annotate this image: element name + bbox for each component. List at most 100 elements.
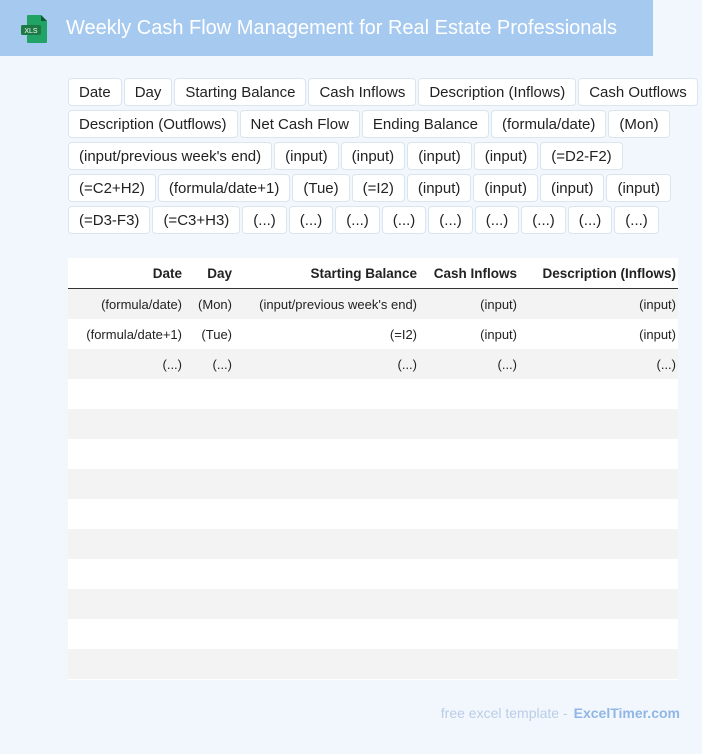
chip: (...) [567, 206, 613, 234]
table-cell[interactable] [68, 469, 184, 499]
table-cell[interactable] [68, 649, 184, 679]
table-cell[interactable]: (...) [184, 349, 234, 379]
table-cell[interactable] [184, 589, 234, 619]
table-cell[interactable] [519, 379, 678, 409]
table-cell[interactable]: (=I2) [234, 319, 419, 349]
table-cell[interactable] [519, 589, 678, 619]
footer-credit: free excel template - ExcelTimer.com [441, 705, 680, 721]
chip: Description (Outflows) [68, 110, 238, 138]
table-cell[interactable]: (input) [419, 319, 519, 349]
table-cell[interactable]: (input) [519, 288, 678, 319]
table-cell[interactable] [68, 589, 184, 619]
chip: (=D3-F3) [68, 206, 151, 234]
table-cell[interactable] [234, 469, 419, 499]
table-cell[interactable] [419, 529, 519, 559]
table-row: 4 [68, 409, 678, 439]
table-cell[interactable]: (input) [519, 319, 678, 349]
table-cell[interactable] [184, 439, 234, 469]
table-body: 0 (formula/date)(Mon)(input/previous week… [68, 288, 678, 679]
table-cell[interactable] [234, 439, 419, 469]
footer-brand-link[interactable]: ExcelTimer.com [574, 705, 680, 721]
table-cell[interactable] [234, 409, 419, 439]
table-cell[interactable] [184, 409, 234, 439]
table-cell[interactable] [519, 529, 678, 559]
table-cell[interactable] [234, 559, 419, 589]
table-cell[interactable] [519, 469, 678, 499]
table-cell[interactable]: (input) [419, 288, 519, 319]
column-header: Description (Inflows) [519, 258, 678, 289]
table-cell[interactable] [519, 499, 678, 529]
table-row: 9 [68, 559, 678, 589]
chip: (input) [606, 174, 672, 202]
table-cell[interactable] [184, 379, 234, 409]
table-row: 7 [68, 499, 678, 529]
chip: (...) [428, 206, 473, 234]
footer-prefix: free excel template - [440, 705, 568, 721]
table-cell[interactable] [184, 499, 234, 529]
table-cell[interactable]: (...) [234, 349, 419, 379]
table-cell[interactable] [419, 439, 519, 469]
chip: Net Cash Flow [239, 110, 360, 138]
table-cell[interactable] [68, 529, 184, 559]
table-cell[interactable] [519, 409, 678, 439]
table-cell[interactable] [184, 559, 234, 589]
table-cell[interactable]: (formula/date) [68, 288, 184, 319]
chip: (input) [407, 142, 472, 170]
chip: Cash Outflows [578, 78, 698, 106]
header-banner: XLS Weekly Cash Flow Management for Real… [0, 0, 653, 56]
chip: (...) [288, 206, 334, 234]
table-cell[interactable]: (...) [419, 349, 519, 379]
table-cell[interactable] [68, 499, 184, 529]
chip: (input) [406, 174, 472, 202]
chip: (...) [242, 206, 287, 234]
table-cell[interactable] [419, 379, 519, 409]
chip: (=C3+H3) [152, 206, 241, 234]
table-cell[interactable] [234, 589, 419, 619]
table-cell[interactable] [419, 589, 519, 619]
table-cell[interactable] [419, 469, 519, 499]
table-cell[interactable] [68, 379, 184, 409]
table-cell[interactable] [419, 649, 519, 679]
table-cell[interactable]: (input/previous week's end) [234, 288, 419, 319]
table-cell[interactable] [68, 619, 184, 649]
table-cell[interactable] [68, 559, 184, 589]
chip: (Tue) [292, 174, 350, 202]
table-cell[interactable] [234, 619, 419, 649]
chip: (input/previous week's end) [68, 142, 273, 170]
chip: (Mon) [608, 110, 670, 138]
table-cell[interactable] [68, 439, 184, 469]
table-cell[interactable] [419, 409, 519, 439]
spreadsheet-preview: Date Day Starting Balance Cash Inflows Descr… [68, 258, 678, 680]
table-row: 5 [68, 439, 678, 469]
table-cell[interactable]: (...) [68, 349, 184, 379]
table-cell[interactable] [419, 559, 519, 589]
table-cell[interactable] [184, 469, 234, 499]
chip: (formula/date+1) [157, 174, 291, 202]
table-cell[interactable]: (formula/date+1) [68, 319, 184, 349]
table-cell[interactable] [184, 619, 234, 649]
table-cell[interactable] [519, 649, 678, 679]
table-cell[interactable] [234, 649, 419, 679]
table-cell[interactable]: (Mon) [184, 288, 234, 319]
chip: (input) [473, 174, 538, 202]
table-cell[interactable] [184, 529, 234, 559]
table-cell[interactable] [234, 499, 419, 529]
table-cell[interactable] [234, 379, 419, 409]
table-cell[interactable] [234, 529, 419, 559]
chip: (...) [335, 206, 380, 234]
chip: (...) [474, 206, 520, 234]
table-cell[interactable] [519, 439, 678, 469]
table-cell[interactable] [519, 559, 678, 589]
table-cell[interactable] [184, 649, 234, 679]
table-cell[interactable] [419, 619, 519, 649]
column-header: Day [184, 258, 234, 289]
table-cell[interactable]: (Tue) [184, 319, 234, 349]
table-cell[interactable] [419, 499, 519, 529]
chip: Day [123, 78, 173, 106]
table-row: 2 [68, 649, 678, 679]
table-cell[interactable] [68, 409, 184, 439]
chip: Description (Inflows) [418, 78, 577, 106]
table-cell[interactable] [519, 619, 678, 649]
table-row: 0(formula/date)(Mon)(input/previous week… [68, 288, 678, 319]
table-cell[interactable]: (...) [519, 349, 678, 379]
